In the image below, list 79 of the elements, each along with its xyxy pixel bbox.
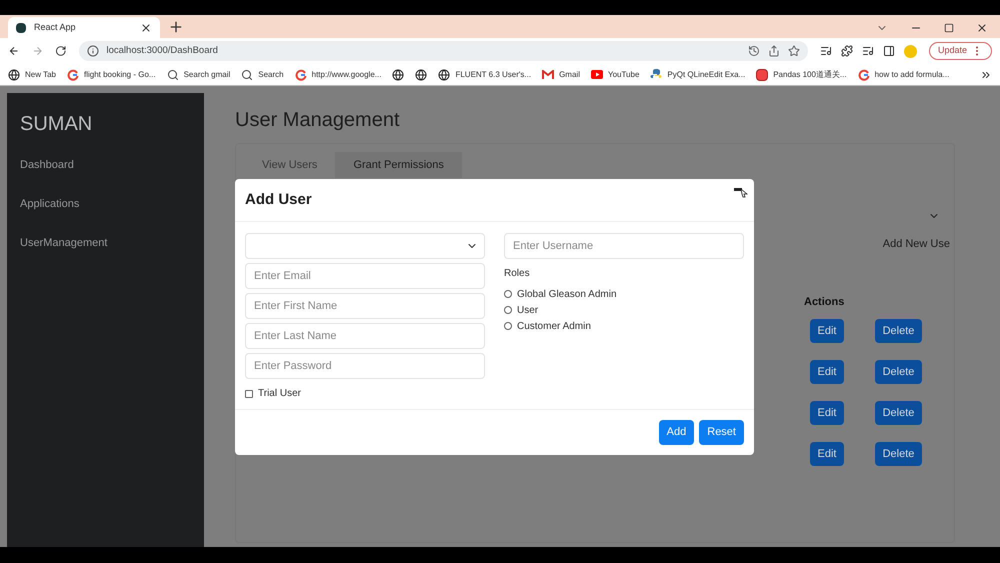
globe-icon — [8, 68, 20, 80]
globe-icon — [415, 68, 428, 80]
url-text: localhost:3000/DashBoard — [106, 44, 219, 58]
column-header: Actions — [804, 295, 844, 310]
close-icon[interactable] — [140, 22, 152, 34]
bookmark[interactable]: Gmail — [542, 68, 580, 80]
delete-button[interactable]: Delete — [875, 319, 922, 343]
google-icon — [294, 68, 307, 80]
bookmark[interactable]: New Tab — [8, 68, 56, 80]
info-icon — [86, 45, 98, 57]
roles-label: Roles — [504, 267, 531, 281]
tab-title: React App — [34, 20, 77, 34]
google-icon — [66, 68, 79, 80]
sidebar-item[interactable]: Dashboard — [20, 157, 204, 196]
panel-icon[interactable] — [882, 45, 895, 57]
radio-button[interactable] — [504, 306, 512, 314]
restore-icon[interactable] — [944, 23, 954, 33]
bookmark[interactable]: Search gmail — [166, 68, 230, 80]
edit-button[interactable]: Edit — [810, 319, 844, 343]
bookmark-icon — [756, 68, 768, 80]
mail-icon — [542, 70, 554, 80]
history-icon[interactable] — [748, 45, 760, 57]
app-icon — [16, 22, 26, 32]
radio-label: Customer Admin — [517, 320, 591, 334]
snake-icon — [650, 68, 662, 80]
input-field[interactable]: Enter Password — [245, 353, 485, 379]
page-title: User Management — [235, 108, 401, 133]
bookmark[interactable]: FLUENT 6.3 User's... — [438, 68, 532, 80]
input-field[interactable]: Enter Username — [504, 233, 744, 259]
sidebar-item[interactable]: Applications — [20, 196, 204, 235]
new-tab-icon[interactable] — [168, 19, 184, 35]
checkbox-label: Trial User — [258, 387, 301, 401]
address-bar[interactable]: localhost:3000/DashBoard — [78, 41, 808, 61]
playlist-icon[interactable] — [862, 45, 874, 57]
radio-label: User — [517, 304, 538, 318]
delete-button[interactable]: Delete — [875, 360, 922, 384]
reset-button[interactable]: Reset — [699, 420, 744, 445]
radio-label: Global Gleason Admin — [517, 288, 617, 302]
browser-tab[interactable]: React App — [8, 17, 160, 38]
close-icon[interactable] — [976, 22, 988, 34]
back-icon[interactable] — [8, 45, 20, 57]
share-icon[interactable] — [768, 45, 780, 57]
add-new-user-link[interactable]: Add New Use — [882, 236, 950, 252]
bookmark[interactable]: http://www.google... — [294, 68, 382, 80]
input-field[interactable]: Enter First Name — [245, 293, 485, 319]
edit-button[interactable]: Edit — [810, 360, 844, 384]
select-field[interactable] — [245, 233, 485, 259]
star-icon[interactable] — [788, 45, 800, 57]
dialog-title: Add User — [245, 190, 312, 210]
bookmark[interactable]: PyQt QLineEdit Exa... — [650, 68, 746, 80]
radio-button[interactable] — [504, 322, 512, 330]
globe-icon — [392, 68, 404, 80]
pointer-icon — [734, 187, 748, 198]
input-field[interactable]: Enter Last Name — [245, 323, 485, 349]
bookmark[interactable]: Search — [241, 68, 284, 80]
bookmark[interactable]: YouTube — [590, 68, 640, 80]
delete-button[interactable]: Delete — [875, 442, 922, 466]
puzzle-icon[interactable] — [840, 45, 853, 57]
update-button[interactable]: Update — [928, 42, 992, 60]
brand: SUMAN — [20, 112, 94, 137]
search-icon — [241, 68, 254, 80]
play-icon — [590, 70, 603, 79]
edit-button[interactable]: Edit — [810, 442, 844, 466]
radio-button[interactable] — [504, 290, 512, 298]
bookmark[interactable]: how to add formula... — [858, 68, 950, 80]
add-button[interactable]: Add — [658, 420, 694, 445]
input-field[interactable]: Enter Email — [245, 263, 485, 289]
checkbox[interactable] — [245, 390, 253, 398]
list-icon[interactable] — [820, 45, 832, 57]
search-icon — [166, 68, 179, 80]
delete-button[interactable]: Delete — [875, 401, 922, 425]
tab[interactable]: Grant Permissions — [335, 152, 462, 178]
sidebar-item[interactable]: UserManagement — [20, 235, 204, 274]
google-icon — [858, 68, 870, 80]
edit-button[interactable]: Edit — [810, 401, 844, 425]
bookmark[interactable]: Pandas 100道通关... — [756, 68, 847, 80]
reload-icon[interactable] — [55, 45, 66, 57]
globe-icon — [438, 68, 450, 80]
bookmark[interactable]: flight booking - Go... — [66, 68, 156, 80]
